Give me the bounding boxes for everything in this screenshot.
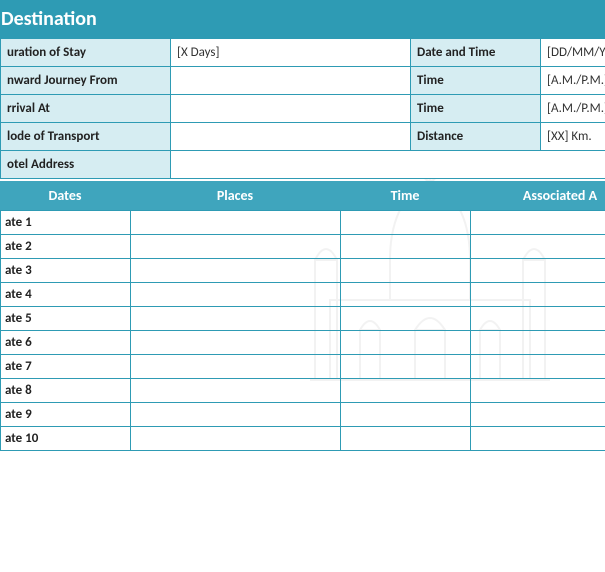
schedule-table: ate 1ate 2ate 3ate 4ate 5ate 6ate 7ate 8… <box>0 210 605 451</box>
schedule-header-dates: Dates <box>0 181 130 210</box>
schedule-row: ate 10 <box>1 427 605 451</box>
schedule-date-cell: ate 10 <box>1 427 131 451</box>
schedule-row: ate 5 <box>1 307 605 331</box>
schedule-activity-cell <box>471 403 605 427</box>
schedule-places-cell <box>131 259 341 283</box>
schedule-row: ate 2 <box>1 235 605 259</box>
arrival-time-label: Time <box>411 95 541 123</box>
schedule-date-cell: ate 1 <box>1 211 131 235</box>
distance-value: [XX] Km. <box>541 123 605 151</box>
schedule-places-cell <box>131 283 341 307</box>
schedule-header-activities: Associated A <box>470 181 605 210</box>
datetime-value: [DD/MM/YYY <box>541 39 605 67</box>
schedule-header-places: Places <box>130 181 340 210</box>
schedule-activity-cell <box>471 331 605 355</box>
schedule-time-cell <box>341 379 471 403</box>
schedule-time-cell <box>341 307 471 331</box>
schedule-time-cell <box>341 331 471 355</box>
onward-time-value: [A.M./P.M.] <box>541 67 605 95</box>
schedule-date-cell: ate 5 <box>1 307 131 331</box>
schedule-date-cell: ate 7 <box>1 355 131 379</box>
schedule-date-cell: ate 6 <box>1 331 131 355</box>
schedule-row: ate 7 <box>1 355 605 379</box>
schedule-row: ate 6 <box>1 331 605 355</box>
schedule-places-cell <box>131 379 341 403</box>
hotel-label: otel Address <box>1 151 171 179</box>
schedule-places-cell <box>131 211 341 235</box>
schedule-places-cell <box>131 427 341 451</box>
schedule-date-cell: ate 8 <box>1 379 131 403</box>
arrival-time-value: [A.M./P.M.] <box>541 95 605 123</box>
schedule-date-cell: ate 9 <box>1 403 131 427</box>
schedule-activity-cell <box>471 235 605 259</box>
schedule-row: ate 3 <box>1 259 605 283</box>
schedule-activity-cell <box>471 307 605 331</box>
schedule-places-cell <box>131 307 341 331</box>
schedule-header-time: Time <box>340 181 470 210</box>
schedule-row: ate 8 <box>1 379 605 403</box>
duration-label: uration of Stay <box>1 39 171 67</box>
info-row: uration of Stay [X Days] Date and Time [… <box>1 39 605 67</box>
schedule-time-cell <box>341 355 471 379</box>
schedule-activity-cell <box>471 211 605 235</box>
hotel-value <box>171 151 605 179</box>
schedule-header-row: Dates Places Time Associated A <box>0 181 605 210</box>
schedule-time-cell <box>341 403 471 427</box>
schedule-places-cell <box>131 235 341 259</box>
schedule-activity-cell <box>471 259 605 283</box>
schedule-activity-cell <box>471 283 605 307</box>
schedule-time-cell <box>341 427 471 451</box>
schedule-time-cell <box>341 259 471 283</box>
schedule-activity-cell <box>471 379 605 403</box>
onward-label: nward Journey From <box>1 67 171 95</box>
schedule-activity-cell <box>471 427 605 451</box>
schedule-row: ate 9 <box>1 403 605 427</box>
destination-section-header: Destination <box>0 0 605 38</box>
schedule-date-cell: ate 3 <box>1 259 131 283</box>
schedule-time-cell <box>341 235 471 259</box>
schedule-activity-cell <box>471 355 605 379</box>
schedule-places-cell <box>131 331 341 355</box>
schedule-row: ate 4 <box>1 283 605 307</box>
arrival-value <box>171 95 411 123</box>
arrival-label: rrival At <box>1 95 171 123</box>
schedule-time-cell <box>341 211 471 235</box>
info-row: nward Journey From Time [A.M./P.M.] <box>1 67 605 95</box>
transport-label: lode of Transport <box>1 123 171 151</box>
info-row: otel Address <box>1 151 605 179</box>
info-row: rrival At Time [A.M./P.M.] <box>1 95 605 123</box>
onward-time-label: Time <box>411 67 541 95</box>
schedule-time-cell <box>341 283 471 307</box>
schedule-row: ate 1 <box>1 211 605 235</box>
onward-value <box>171 67 411 95</box>
transport-value <box>171 123 411 151</box>
schedule-places-cell <box>131 403 341 427</box>
distance-label: Distance <box>411 123 541 151</box>
section-title: Destination <box>1 7 97 31</box>
datetime-label: Date and Time <box>411 39 541 67</box>
schedule-date-cell: ate 2 <box>1 235 131 259</box>
info-row: lode of Transport Distance [XX] Km. <box>1 123 605 151</box>
schedule-places-cell <box>131 355 341 379</box>
duration-value: [X Days] <box>171 39 411 67</box>
destination-info-table: uration of Stay [X Days] Date and Time [… <box>0 38 605 179</box>
schedule-date-cell: ate 4 <box>1 283 131 307</box>
